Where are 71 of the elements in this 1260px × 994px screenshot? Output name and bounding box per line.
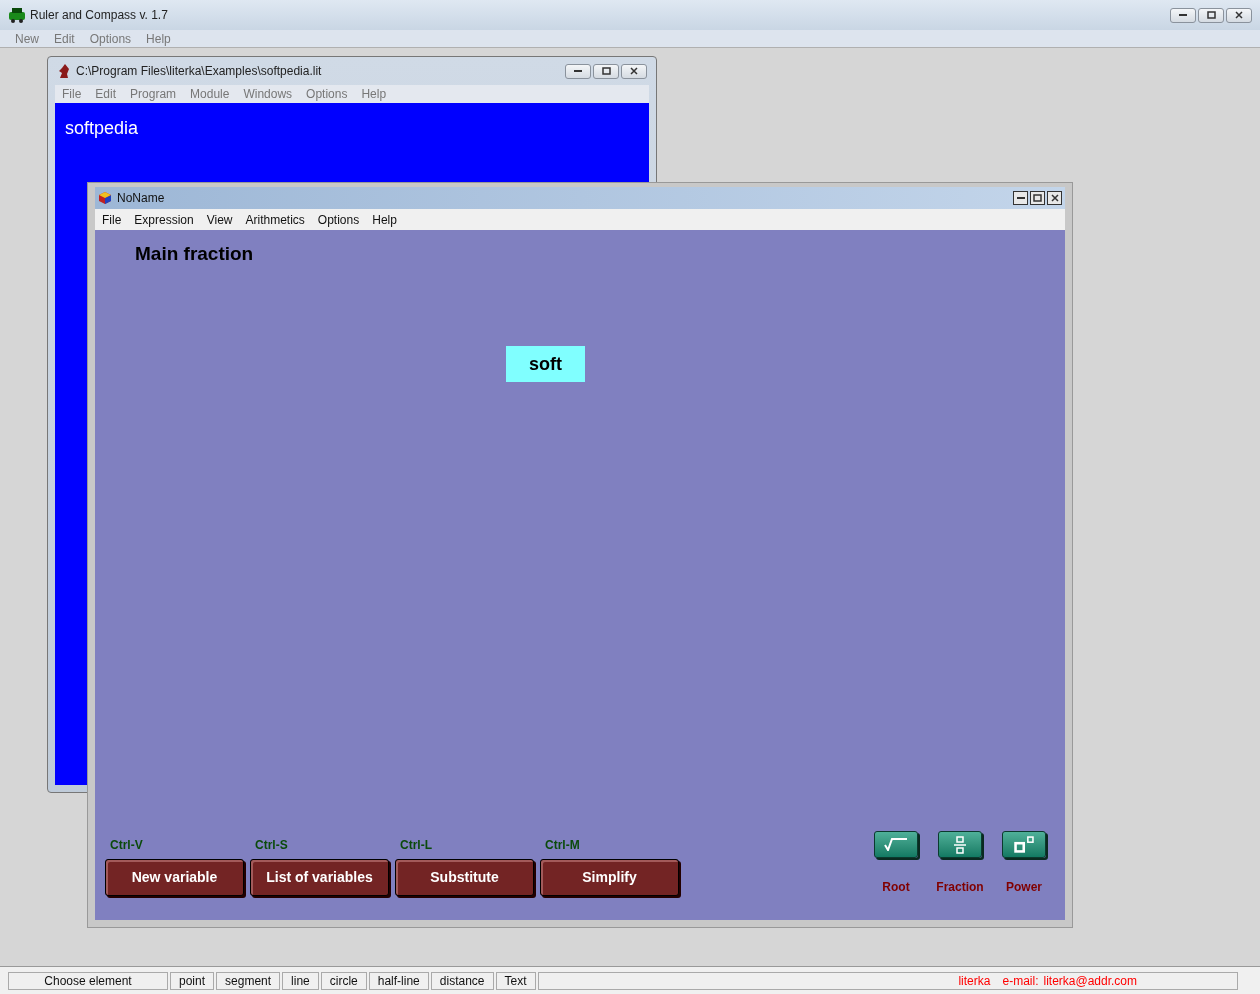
maximize-button[interactable] xyxy=(1198,7,1224,23)
minimize-button[interactable] xyxy=(565,63,591,79)
menu-item[interactable]: Options xyxy=(89,29,132,48)
status-cell: distance xyxy=(430,971,494,990)
close-button[interactable] xyxy=(1047,191,1062,205)
action-button[interactable]: New variable xyxy=(105,859,244,896)
root-tool-button[interactable] xyxy=(874,831,918,858)
tool-label: Power xyxy=(1006,879,1042,896)
action-button[interactable]: List of variables xyxy=(250,859,389,896)
menu-item[interactable]: Windows xyxy=(243,85,293,103)
maximize-icon xyxy=(1033,194,1042,202)
minimize-button[interactable] xyxy=(1013,191,1028,205)
power-tool-button[interactable] xyxy=(1002,831,1046,858)
status-cell: segment xyxy=(216,971,281,990)
menu-item[interactable]: New xyxy=(15,29,39,48)
window-title: Ruler and Compass v. 1.7 xyxy=(30,7,168,24)
close-button[interactable] xyxy=(621,63,647,79)
car-icon xyxy=(8,7,26,23)
status-cell: Text xyxy=(495,971,536,990)
shortcut-label: Ctrl-L xyxy=(400,837,433,854)
email-link[interactable]: literka@addr.com xyxy=(1043,971,1138,990)
fraction-tool-button[interactable] xyxy=(938,831,982,858)
fraction-icon xyxy=(953,835,967,854)
status-cell: Choose element xyxy=(8,971,168,990)
heading: Main fraction xyxy=(135,242,255,266)
close-icon xyxy=(1050,194,1059,202)
close-icon xyxy=(1235,11,1243,19)
document-text: softpedia xyxy=(65,118,139,138)
tool-label: Root xyxy=(882,879,910,896)
close-button[interactable] xyxy=(1226,7,1252,23)
tool-label: Fraction xyxy=(936,879,984,896)
power-icon xyxy=(1014,836,1034,853)
maximize-icon xyxy=(1206,11,1216,19)
status-cell: line xyxy=(282,971,319,990)
shortcut-label: Ctrl-S xyxy=(255,837,289,854)
menu-item[interactable]: File xyxy=(102,210,122,229)
menu-item[interactable]: Help xyxy=(146,29,171,48)
menu-item[interactable]: Program xyxy=(130,85,177,103)
root-icon xyxy=(884,838,908,851)
menu-item[interactable]: Help xyxy=(361,85,387,103)
action-button[interactable]: Substitute xyxy=(395,859,534,896)
window-title: NoName xyxy=(117,190,165,207)
menu-item[interactable]: Edit xyxy=(54,29,75,48)
menu-item[interactable]: Help xyxy=(372,210,397,229)
menu-item[interactable]: File xyxy=(62,85,82,103)
author-name: literka xyxy=(958,972,991,990)
menu-item[interactable]: Expression xyxy=(134,210,194,229)
maximize-button[interactable] xyxy=(1030,191,1045,205)
close-icon xyxy=(630,67,638,75)
maximize-icon xyxy=(601,67,611,75)
status-cell: half-line xyxy=(368,971,429,990)
menu-item[interactable]: Options xyxy=(317,210,360,229)
window-title: C:\Program Files\literka\Examples\softpedia.lit xyxy=(76,63,322,80)
minimize-icon xyxy=(1016,197,1025,199)
shortcut-label: Ctrl-M xyxy=(545,837,581,854)
menu-item[interactable]: Arithmetics xyxy=(245,210,305,229)
email-label: e-mail: xyxy=(1002,972,1039,990)
minimize-icon xyxy=(574,70,582,72)
shortcut-label: Ctrl-V xyxy=(110,837,144,854)
status-cell: point xyxy=(170,971,215,990)
expression-node[interactable]: soft xyxy=(506,346,585,382)
status-cell: circle xyxy=(320,971,367,990)
menu-item[interactable]: Module xyxy=(190,85,230,103)
minimize-icon xyxy=(1179,14,1187,16)
minimize-button[interactable] xyxy=(1170,7,1196,23)
cube-icon xyxy=(98,191,112,205)
menu-item[interactable]: Edit xyxy=(95,85,117,103)
action-button[interactable]: Simplify xyxy=(540,859,679,896)
menu-item[interactable]: View xyxy=(206,210,233,229)
menu-item[interactable]: Options xyxy=(306,85,348,103)
maximize-button[interactable] xyxy=(593,63,619,79)
